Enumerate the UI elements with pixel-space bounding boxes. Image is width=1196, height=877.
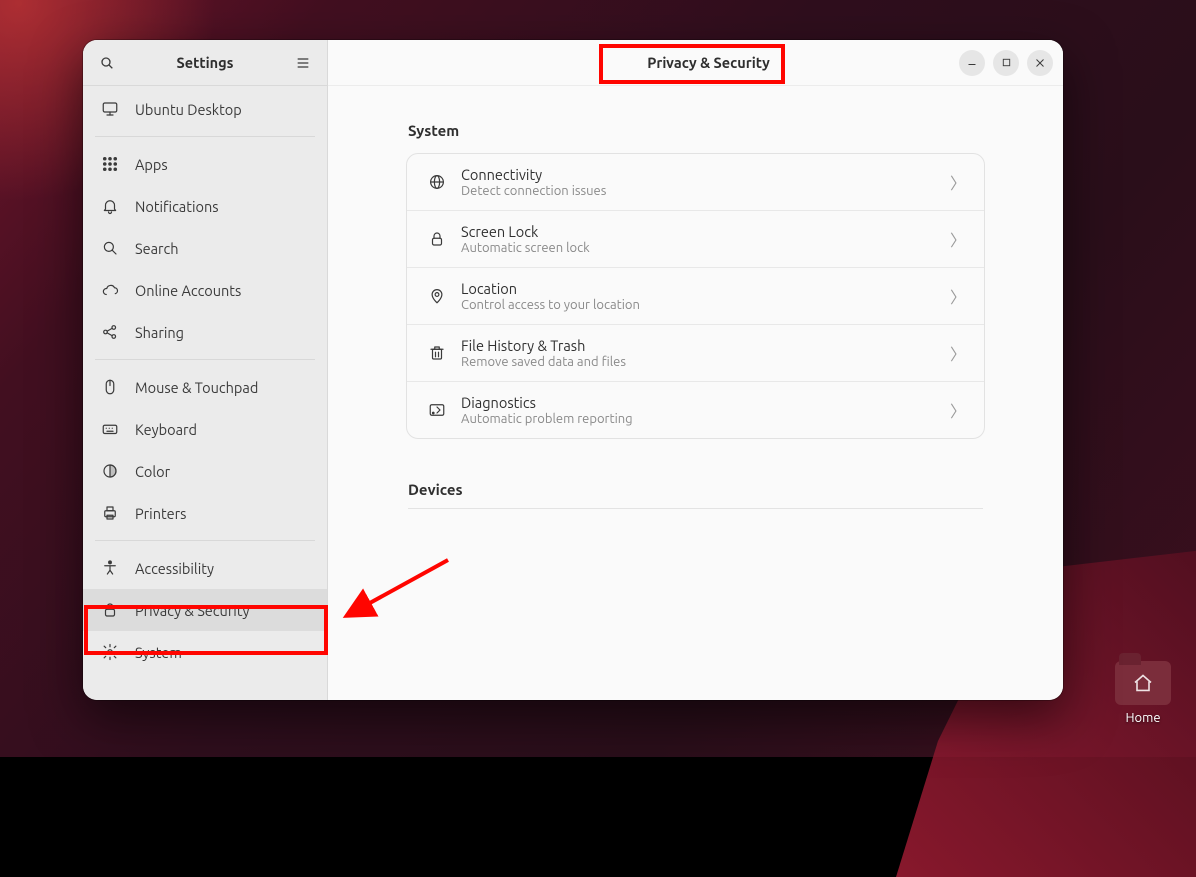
- annotation-arrow: [0, 0, 1196, 757]
